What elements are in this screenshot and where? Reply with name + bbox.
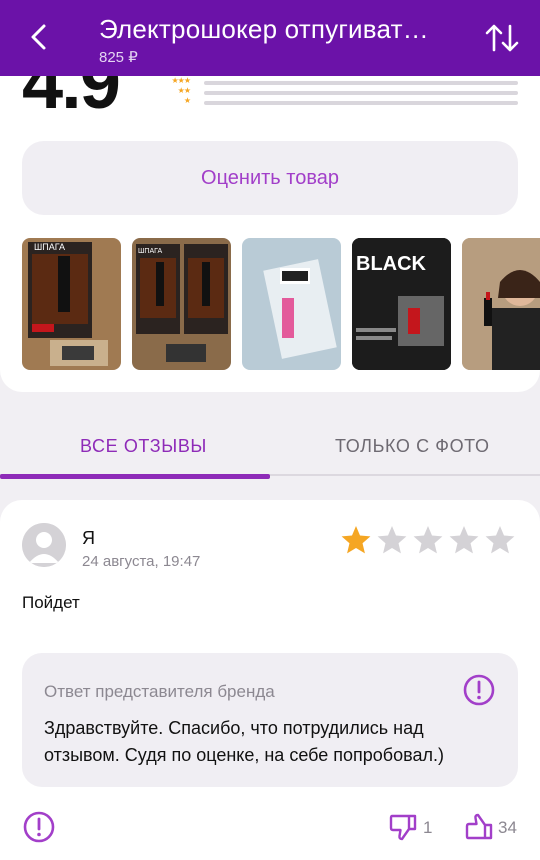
stars-3-icon: ★★★ [171,76,190,85]
photo-label: BLACK [356,253,427,275]
photo-label: ШПАГА [34,242,65,252]
user-avatar-icon [22,523,66,567]
active-tab-indicator [0,474,270,479]
rate-product-label: Оценить товар [201,166,339,189]
app-header: Электрошокер отпугиват… 825 ₽ [0,0,540,76]
star-empty-icon [413,526,443,554]
histogram-row: ★ [160,96,520,108]
histogram-bar [204,81,518,85]
brand-reply-title: Ответ представителя бренда [44,682,275,701]
rate-product-button[interactable]: Оценить товар [22,141,518,215]
back-arrow-icon[interactable] [24,22,54,52]
star-empty-icon [485,526,515,554]
stars-1-icon: ★ [183,96,191,105]
photo-label: ШПАГА [138,248,162,255]
review-photo[interactable] [242,238,341,370]
review-photo[interactable]: BLACK [352,238,451,370]
rating-histogram: ★★★ ★★ ★ [160,76,520,108]
like-count: 34 [498,818,517,837]
review-photos-strip: ШПАГА ШПАГА BLACK [22,238,540,370]
product-price: 825 ₽ [99,49,138,66]
stars-2-icon: ★★ [177,86,191,95]
review-photo[interactable]: ШПАГА [22,238,121,370]
histogram-bar [204,101,518,105]
review-tabs: ВСЕ ОТЗЫВЫ ТОЛЬКО С ФОТО [0,410,540,480]
star-filled-icon [341,526,371,554]
histogram-row: ★★★ [160,76,520,88]
report-review-icon[interactable] [22,810,56,844]
review-text: Пойдет [22,593,80,612]
tab-with-photos[interactable]: ТОЛЬКО С ФОТО [335,436,490,457]
tab-all-reviews[interactable]: ВСЕ ОТЗЫВЫ [80,436,207,457]
histogram-row: ★★ [160,86,520,98]
product-title: Электрошокер отпугиват… [99,14,429,44]
sort-icon[interactable] [484,22,520,54]
review-photo[interactable] [462,238,540,370]
avatar [22,523,66,567]
thumbs-down-icon[interactable] [388,812,418,842]
review-date: 24 августа, 19:47 [82,553,201,570]
thumbs-up-icon[interactable] [464,812,494,842]
brand-reply: Ответ представителя бренда Здравствуйте.… [22,653,518,787]
star-empty-icon [377,526,407,554]
dislike-count: 1 [423,818,433,837]
review-author: Я [82,528,95,548]
review-photo[interactable]: ШПАГА [132,238,231,370]
star-empty-icon [449,526,479,554]
review-stars [340,524,516,556]
brand-reply-text: Здравствуйте. Спасибо, что потрудились н… [44,718,444,765]
histogram-bar [204,91,518,95]
alert-circle-icon[interactable] [462,673,496,707]
